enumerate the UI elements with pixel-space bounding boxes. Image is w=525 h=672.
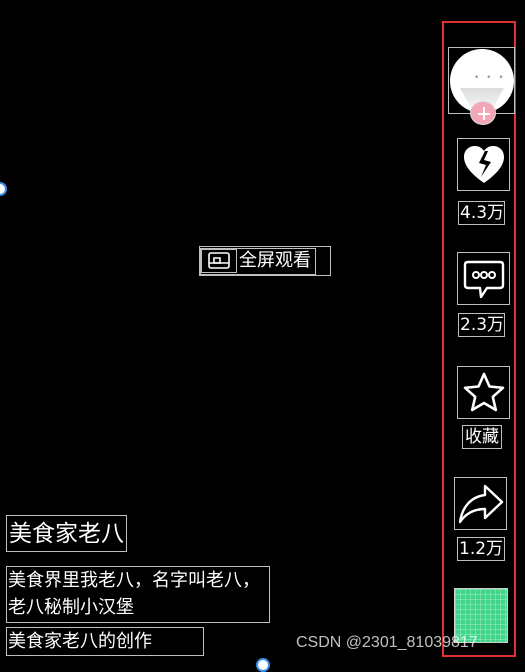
watermark: CSDN @2301_81039817 <box>296 634 478 651</box>
like-button[interactable] <box>457 138 510 191</box>
fullscreen-label: 全屏观看 <box>239 250 311 271</box>
follow-plus-icon[interactable] <box>470 101 496 125</box>
edge-marker-bottom <box>256 658 270 672</box>
share-count: 1.2万 <box>457 537 505 561</box>
creation-label[interactable]: 美食家老八的创作 <box>6 627 204 656</box>
fullscreen-icon <box>208 252 230 269</box>
favorite-label: 收藏 <box>462 425 502 449</box>
favorite-button[interactable] <box>457 366 510 419</box>
share-button[interactable] <box>454 477 507 530</box>
author-name[interactable]: 美食家老八 <box>6 515 127 552</box>
fullscreen-icon-box <box>201 249 237 273</box>
comment-bubble-icon <box>463 260 505 299</box>
edge-marker-top <box>0 182 7 196</box>
post-description: 美食界里我老八，名字叫老八，老八秘制小汉堡 <box>6 566 270 623</box>
share-arrow-icon <box>458 484 504 524</box>
like-count: 4.3万 <box>458 201 505 225</box>
comment-count: 2.3万 <box>458 313 505 337</box>
broken-heart-icon <box>464 146 504 183</box>
star-icon <box>463 372 505 412</box>
comment-button[interactable] <box>457 252 510 305</box>
